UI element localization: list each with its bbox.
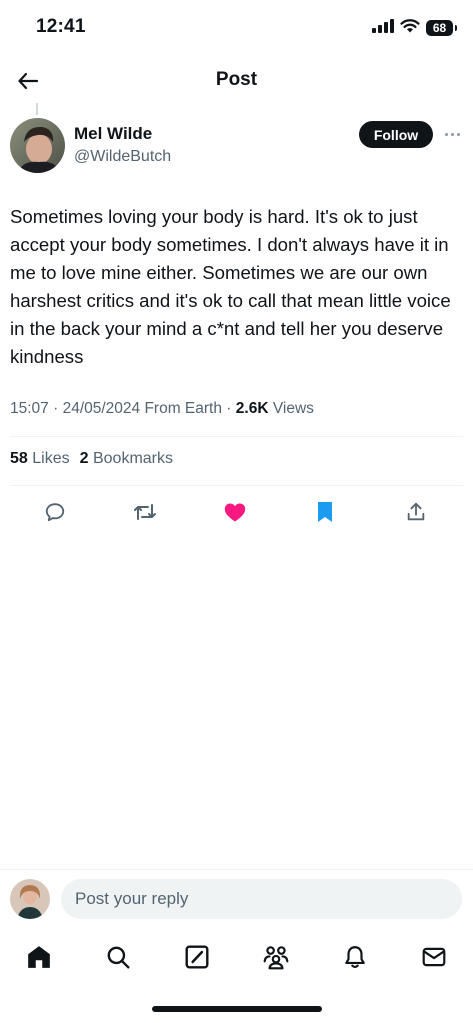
bookmarks-count: 2 — [79, 450, 89, 467]
search-icon — [107, 946, 130, 969]
post-meta: 15:07 · 24/05/2024 From Earth · 2.6K Vie… — [10, 400, 314, 417]
tab-search[interactable] — [101, 940, 135, 974]
likes-label: Likes — [32, 450, 70, 467]
bottom-tab-bar — [0, 940, 473, 974]
thread-line — [36, 103, 38, 115]
action-bar — [0, 497, 473, 527]
communities-icon — [263, 946, 289, 970]
tab-communities[interactable] — [259, 940, 293, 974]
bookmarks-stat[interactable]: 2 Bookmarks — [80, 450, 173, 468]
dot — [450, 132, 454, 136]
bookmark-button[interactable] — [310, 497, 340, 527]
post-header: Post — [0, 58, 473, 102]
tab-notifications[interactable] — [338, 940, 372, 974]
share-icon — [407, 502, 425, 521]
signal-icon — [372, 18, 394, 38]
likes-stat[interactable]: 58 Likes — [10, 450, 70, 468]
views-count[interactable]: 2.6K Views — [236, 400, 314, 417]
tab-grok[interactable] — [180, 940, 214, 974]
heart-filled-icon — [224, 503, 246, 522]
post-time: 15:07 — [10, 400, 49, 417]
status-bar: 12:41 68 — [0, 0, 473, 56]
author-handle[interactable]: @WildeButch — [74, 148, 171, 166]
reply-input[interactable] — [61, 879, 462, 919]
reply-icon — [45, 503, 65, 522]
user-avatar[interactable] — [10, 879, 50, 919]
more-options-button[interactable] — [440, 126, 464, 142]
dot — [456, 132, 460, 136]
like-button[interactable] — [220, 497, 250, 527]
repost-button[interactable] — [130, 497, 160, 527]
post-text: Sometimes loving your body is hard. It's… — [10, 206, 451, 367]
repost-icon — [134, 504, 156, 520]
status-time: 12:41 — [36, 16, 86, 37]
tab-home[interactable] — [22, 940, 56, 974]
page-title: Post — [215, 69, 258, 90]
divider — [10, 436, 463, 437]
post-stats: 58 Likes 2 Bookmarks — [10, 450, 183, 468]
dot — [444, 132, 448, 136]
post-author: Mel Wilde @WildeButch Follow — [10, 118, 463, 178]
author-name[interactable]: Mel Wilde — [74, 124, 152, 144]
likes-count: 58 — [10, 450, 28, 467]
home-indicator — [152, 1006, 322, 1012]
views-label: Views — [272, 400, 314, 417]
grok-icon — [185, 945, 209, 969]
battery-icon: 68 — [426, 20, 457, 36]
follow-button[interactable]: Follow — [359, 121, 433, 148]
author-avatar[interactable] — [10, 118, 65, 173]
notifications-icon — [345, 946, 365, 969]
share-button[interactable] — [401, 497, 431, 527]
status-icons: 68 — [372, 18, 457, 38]
messages-icon — [422, 947, 446, 967]
bookmark-filled-icon — [318, 502, 332, 522]
tab-messages[interactable] — [417, 940, 451, 974]
bookmarks-label: Bookmarks — [92, 450, 173, 467]
post-date: 24/05/2024 — [62, 400, 141, 417]
divider — [10, 485, 463, 486]
home-icon — [28, 946, 50, 968]
post-source: From Earth — [144, 400, 222, 417]
wifi-icon — [400, 18, 420, 38]
divider — [0, 869, 473, 870]
views-number: 2.6K — [235, 400, 269, 417]
reply-button[interactable] — [40, 497, 70, 527]
